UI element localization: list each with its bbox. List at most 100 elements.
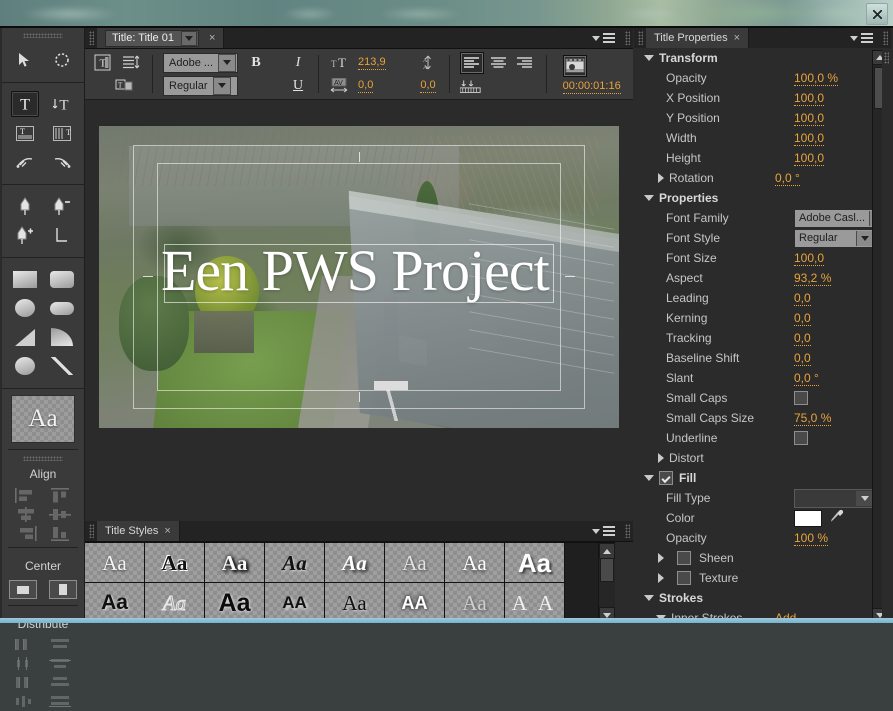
tab-stops-button[interactable] (459, 77, 482, 97)
texture-checkbox[interactable] (677, 571, 691, 585)
align-right-button[interactable] (514, 53, 536, 73)
styles-scrollbar[interactable] (598, 543, 615, 623)
distribute-left-icon[interactable] (15, 638, 37, 653)
title-templates-icon[interactable]: T (91, 53, 113, 73)
distribute-top-icon[interactable] (49, 638, 71, 653)
style-swatch[interactable]: A A (505, 583, 565, 623)
roll-crawl-options-icon[interactable] (120, 53, 142, 73)
disclosure-triangle-icon[interactable] (658, 553, 664, 563)
selection-arrow-icon[interactable] (11, 47, 39, 73)
section-header-strokes[interactable]: Strokes (636, 588, 874, 608)
style-swatch[interactable]: AA (265, 583, 325, 623)
align-center-button[interactable] (488, 53, 510, 73)
chevron-down-icon[interactable] (218, 53, 237, 72)
wedge-tool-icon[interactable] (11, 324, 39, 350)
distribute-center-horizontally-icon[interactable] (49, 657, 71, 672)
align-left-button[interactable] (459, 51, 484, 74)
property-value[interactable]: 100,0 (794, 91, 825, 106)
tab-title-styles[interactable]: Title Styles × (97, 521, 180, 541)
distribute-center-vertically-icon[interactable] (15, 657, 37, 672)
align-section-grip[interactable] (23, 456, 63, 461)
chevron-down-icon[interactable] (212, 76, 231, 95)
style-swatch[interactable]: Aa (85, 543, 145, 583)
tab-title-properties[interactable]: Title Properties × (646, 28, 749, 48)
align-right-icon[interactable] (15, 526, 37, 541)
scroll-thumb[interactable] (600, 558, 614, 582)
style-swatch[interactable]: Aa (145, 583, 205, 623)
vertical-area-type-tool-icon[interactable]: T (48, 120, 76, 146)
chevron-down-icon[interactable] (856, 490, 873, 506)
font-family-select[interactable]: Adobe Casl... (794, 208, 874, 228)
style-swatch[interactable]: Aa (85, 583, 145, 623)
area-type-tool-icon[interactable]: T (11, 120, 39, 146)
style-swatch[interactable]: Aa (385, 543, 445, 583)
align-top-icon[interactable] (49, 488, 71, 503)
property-value[interactable]: 75,0 % (794, 411, 832, 426)
section-header-fill[interactable]: Fill (636, 468, 874, 488)
style-swatch[interactable]: Aa (205, 583, 265, 623)
vertical-path-type-tool-icon[interactable] (48, 149, 76, 175)
property-value[interactable]: 93,2 % (794, 271, 832, 286)
distribute-even-spacing-horizontal-icon[interactable] (49, 695, 71, 710)
property-value[interactable]: 0,0 (794, 331, 811, 346)
timecode-value[interactable]: 00:00:01:16 (562, 80, 621, 94)
tools-panel-grip[interactable] (2, 28, 84, 38)
path-type-tool-icon[interactable] (11, 149, 39, 175)
property-value[interactable]: 0,0 ° (775, 171, 800, 186)
property-value[interactable]: 100,0 (794, 151, 825, 166)
styles-panel-grip[interactable] (85, 521, 97, 541)
tab-close-icon[interactable]: × (734, 28, 740, 48)
video-canvas[interactable]: Een PWS Project (99, 126, 619, 428)
property-value[interactable]: 100 % (794, 531, 829, 546)
line-tool-icon[interactable] (48, 353, 76, 379)
properties-panel-grip[interactable] (634, 28, 646, 48)
title-text-object[interactable]: Een PWS Project (161, 241, 554, 303)
properties-panel-grip-right[interactable] (879, 28, 891, 48)
bold-button[interactable]: B (246, 53, 266, 73)
sheen-checkbox[interactable] (677, 551, 691, 565)
title-preview-area[interactable]: Een PWS Project (85, 100, 633, 521)
tab-stops-icon[interactable]: T (113, 76, 135, 96)
disclosure-triangle-icon[interactable] (644, 195, 654, 201)
align-horizontal-center-icon[interactable] (15, 507, 37, 522)
italic-button[interactable]: I (288, 53, 308, 73)
font-style-select[interactable]: Regular (163, 75, 239, 96)
eyedropper-icon[interactable] (829, 509, 844, 527)
type-tool-icon[interactable]: T (10, 91, 39, 117)
rounded-rectangle-tool-icon[interactable] (48, 295, 76, 321)
style-swatch[interactable]: Aa (325, 543, 385, 583)
property-value[interactable]: 100,0 % (794, 71, 839, 86)
delete-anchor-point-icon[interactable] (48, 193, 76, 219)
style-swatch[interactable]: Aa (205, 543, 265, 583)
underline-button-real[interactable]: U (288, 76, 308, 96)
tab-close-icon[interactable]: × (209, 28, 215, 48)
section-header-transform[interactable]: Transform (636, 48, 874, 68)
style-swatch[interactable]: Aa (505, 543, 565, 583)
arc-tool-icon[interactable] (48, 324, 76, 350)
property-value[interactable]: 0,0 (794, 311, 811, 326)
tab-title[interactable]: Title: Title 01 × (97, 28, 225, 48)
rotation-icon[interactable] (48, 47, 76, 73)
underline-checkbox[interactable] (794, 431, 808, 445)
align-left-icon[interactable] (15, 488, 37, 503)
style-swatch[interactable]: Aa (445, 583, 505, 623)
rectangle-tool-icon[interactable] (11, 266, 39, 292)
disclosure-triangle-icon[interactable] (644, 595, 654, 601)
center-vertically-icon[interactable] (49, 580, 77, 599)
style-swatch[interactable]: AA (385, 583, 445, 623)
title-panel-grip[interactable] (85, 28, 97, 48)
disclosure-triangle-icon[interactable] (644, 55, 654, 61)
convert-anchor-point-icon[interactable] (48, 222, 76, 248)
property-value[interactable]: 0,0 (794, 351, 811, 366)
align-vertical-center-icon[interactable] (49, 507, 71, 522)
title-selector[interactable]: Title: Title 01 (105, 29, 199, 47)
title-panel-menu-button[interactable] (586, 28, 621, 48)
style-swatch[interactable]: Aa (145, 543, 205, 583)
window-close-button[interactable] (866, 3, 888, 25)
title-panel-grip-right[interactable] (621, 28, 633, 48)
align-bottom-icon[interactable] (49, 526, 71, 541)
style-swatch[interactable]: Aa (325, 583, 385, 623)
title-styles-grid[interactable]: Aa Aa Aa Aa Aa Aa Aa Aa Aa Aa Aa AA Aa A… (85, 542, 615, 623)
center-horizontally-icon[interactable] (9, 580, 37, 599)
distort-disclosure-wrap[interactable] (644, 453, 669, 463)
